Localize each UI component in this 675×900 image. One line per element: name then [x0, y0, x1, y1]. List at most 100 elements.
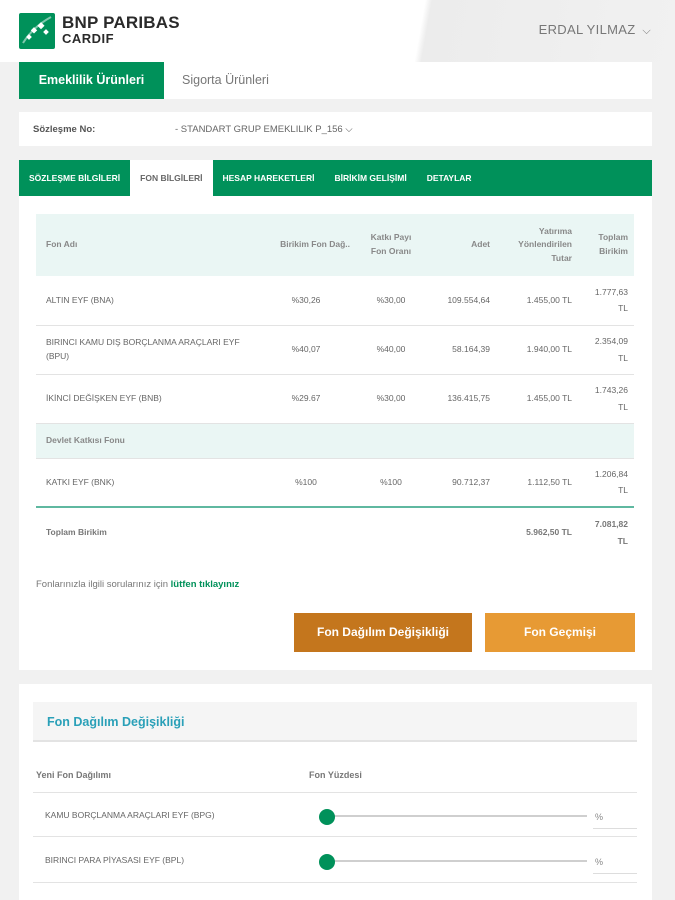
col-fund-share: Birikim Fon Dağ..	[256, 214, 356, 276]
header: BNP PARIBAS CARDIF ERDAL YILMAZ ⌵	[0, 0, 675, 62]
fund-total-amount: 1.206,84	[594, 469, 628, 480]
fund-share: %100	[256, 458, 356, 508]
fund-info-card: Fon Adı Birikim Fon Dağ.. Katkı Payı Fon…	[19, 196, 652, 670]
slider-handle[interactable]	[319, 854, 335, 870]
fund-units: 58.164,39	[426, 325, 496, 375]
fund-name-line2: (BPU)	[46, 350, 70, 361]
fund-allocation-card: Fon Dağılım Değişikliği Yeni Fon Dağılım…	[19, 684, 652, 900]
fund-total-currency: TL	[618, 401, 628, 412]
percentage-input[interactable]: %	[593, 847, 637, 874]
fund-name: İKİNCİ DEĞİŞKEN EYF (BNB)	[36, 374, 256, 424]
fund-table: Fon Adı Birikim Fon Dağ.. Katkı Payı Fon…	[36, 214, 634, 557]
fund-name: BIRINCI KAMU DIŞ BORÇLANMA ARAÇLARI EYF (…	[36, 325, 256, 375]
total-savings-currency: TL	[617, 535, 628, 546]
contract-sub-tabs: SÖZLEŞME BİLGİLERİ FON BİLGİLERİ HESAP H…	[19, 160, 652, 196]
fund-total: 1.206,84 TL	[578, 458, 634, 508]
tab-hesap-hareketleri[interactable]: HESAP HAREKETLERİ	[213, 160, 325, 196]
fund-share: %40,07	[256, 325, 356, 375]
contract-selector-row: Sözleşme No: - STANDART GRUP EMEKLILIK P…	[19, 112, 652, 146]
tab-sozlesme-bilgileri[interactable]: SÖZLEŞME BİLGİLERİ	[19, 160, 130, 196]
allocation-fund-name: BIRINCI PARA PİYASASI EYF (BPL)	[45, 855, 185, 865]
fund-units: 136.415,75	[426, 374, 496, 424]
allocation-fund-name: KAMU BORÇLANMA ARAÇLARI EYF (BPG)	[45, 810, 215, 820]
col-contribution-line2: Fon Oranı	[370, 246, 412, 256]
help-note-text: Fonlarınızla ilgili sorularınız için	[36, 579, 168, 590]
table-section-row: Devlet Katkısı Fonu	[36, 423, 634, 459]
chevron-down-icon[interactable]: ⌵	[642, 25, 651, 37]
col-contribution-rate: Katkı Payı Fon Oranı	[356, 214, 426, 276]
help-note: Fonlarınızla ilgili sorularınız için lüt…	[36, 579, 239, 590]
tab-fon-bilgileri[interactable]: FON BİLGİLERİ	[130, 160, 213, 196]
percentage-input[interactable]: %	[593, 802, 637, 829]
col-invested-line1: Yatırıma	[538, 225, 572, 236]
col-fund-percentage: Fon Yüzdesi	[309, 770, 362, 780]
bnp-stars-logo-icon[interactable]	[19, 13, 55, 49]
slider-track[interactable]	[323, 815, 587, 817]
brand-subname: CARDIF	[62, 31, 115, 46]
col-total-savings: Toplam Birikim	[578, 214, 634, 276]
allocation-row: BIRINCI PARA PİYASASI EYF (BPL) %	[33, 838, 637, 883]
product-tabs: Emeklilik Ürünleri Sigorta Ürünleri	[19, 62, 652, 99]
allocation-slider[interactable]	[319, 809, 589, 825]
col-total-line2: Birikim	[599, 246, 628, 256]
col-invested-line2: Yönlendirilen	[518, 239, 572, 250]
fund-total: 1.743,26 TL	[578, 374, 634, 424]
fund-invested: 1.112,50 TL	[496, 458, 578, 508]
table-row: İKİNCİ DEĞİŞKEN EYF (BNB) %29.67 %30,00 …	[36, 374, 634, 424]
fund-total-amount: 1.777,63	[594, 287, 628, 298]
contract-dropdown[interactable]: - STANDART GRUP EMEKLILIK P_156 ⌵	[175, 124, 353, 135]
fund-allocation-change-button[interactable]: Fon Dağılım Değişikliği	[294, 613, 472, 652]
fund-name: ALTIN EYF (BNA)	[36, 276, 256, 326]
fund-contrib: %40,00	[356, 325, 426, 375]
state-contribution-section-label: Devlet Katkısı Fonu	[36, 423, 634, 459]
fund-units: 90.712,37	[426, 458, 496, 508]
fund-name: KATKI EYF (BNK)	[36, 458, 256, 508]
fund-total: 1.777,63 TL	[578, 276, 634, 326]
tab-detaylar[interactable]: DETAYLAR	[417, 160, 482, 196]
total-invested: 5.962,50 TL	[496, 506, 578, 557]
help-link[interactable]: lütfen tıklayınız	[171, 579, 240, 590]
fund-units: 109.554,64	[426, 276, 496, 326]
user-name[interactable]: ERDAL YILMAZ	[539, 22, 636, 37]
user-menu[interactable]: ERDAL YILMAZ ⌵	[539, 22, 651, 38]
fund-share: %29.67	[256, 374, 356, 424]
col-fund-name: Fon Adı	[36, 214, 256, 276]
total-savings-amount: 7.081,82	[594, 519, 628, 530]
tab-birikim-gelisimi[interactable]: BİRİKİM GELİŞİMİ	[324, 160, 416, 196]
allocation-slider[interactable]	[319, 854, 589, 870]
col-total-line1: Toplam	[598, 232, 628, 243]
fund-invested: 1.455,00 TL	[496, 374, 578, 424]
fund-invested: 1.940,00 TL	[496, 325, 578, 375]
table-row: ALTIN EYF (BNA) %30,26 %30,00 109.554,64…	[36, 276, 634, 326]
slider-handle[interactable]	[319, 809, 335, 825]
fund-total-amount: 2.354,09	[594, 336, 628, 347]
fund-invested: 1.455,00 TL	[496, 276, 578, 326]
col-units: Adet	[426, 214, 496, 276]
allocation-row: KAMU BORÇLANMA ARAÇLARI EYF (BPG) %	[33, 792, 637, 837]
slider-track[interactable]	[323, 860, 587, 862]
allocation-title: Fon Dağılım Değişikliği	[47, 715, 185, 729]
tab-sigorta[interactable]: Sigorta Ürünleri	[164, 62, 287, 99]
total-savings: 7.081,82 TL	[578, 506, 634, 557]
fund-share: %30,26	[256, 276, 356, 326]
col-contribution-line1: Katkı Payı	[370, 232, 412, 243]
fund-total-amount: 1.743,26	[594, 385, 628, 396]
col-invested-amount: Yatırıma Yönlendirilen Tutar	[496, 214, 578, 276]
fund-name-line1: BIRINCI KAMU DIŞ BORÇLANMA ARAÇLARI EYF	[46, 336, 240, 347]
table-row: KATKI EYF (BNK) %100 %100 90.712,37 1.11…	[36, 458, 634, 508]
fund-total-currency: TL	[618, 303, 628, 314]
table-row: BIRINCI KAMU DIŞ BORÇLANMA ARAÇLARI EYF (…	[36, 325, 634, 375]
col-new-allocation: Yeni Fon Dağılımı	[36, 770, 112, 780]
fund-contrib: %30,00	[356, 374, 426, 424]
tab-emeklilik[interactable]: Emeklilik Ürünleri	[19, 62, 164, 99]
fund-history-button[interactable]: Fon Geçmişi	[485, 613, 635, 652]
fund-total-currency: TL	[618, 485, 628, 496]
col-invested-line3: Tutar	[551, 252, 572, 263]
table-total-row: Toplam Birikim 5.962,50 TL 7.081,82 TL	[36, 506, 634, 557]
allocation-header: Fon Dağılım Değişikliği	[33, 702, 637, 742]
fund-total: 2.354,09 TL	[578, 325, 634, 375]
brand-name: BNP PARIBAS	[62, 13, 180, 32]
contract-label: Sözleşme No:	[33, 124, 96, 135]
total-label: Toplam Birikim	[36, 506, 496, 557]
fund-contrib: %30,00	[356, 276, 426, 326]
